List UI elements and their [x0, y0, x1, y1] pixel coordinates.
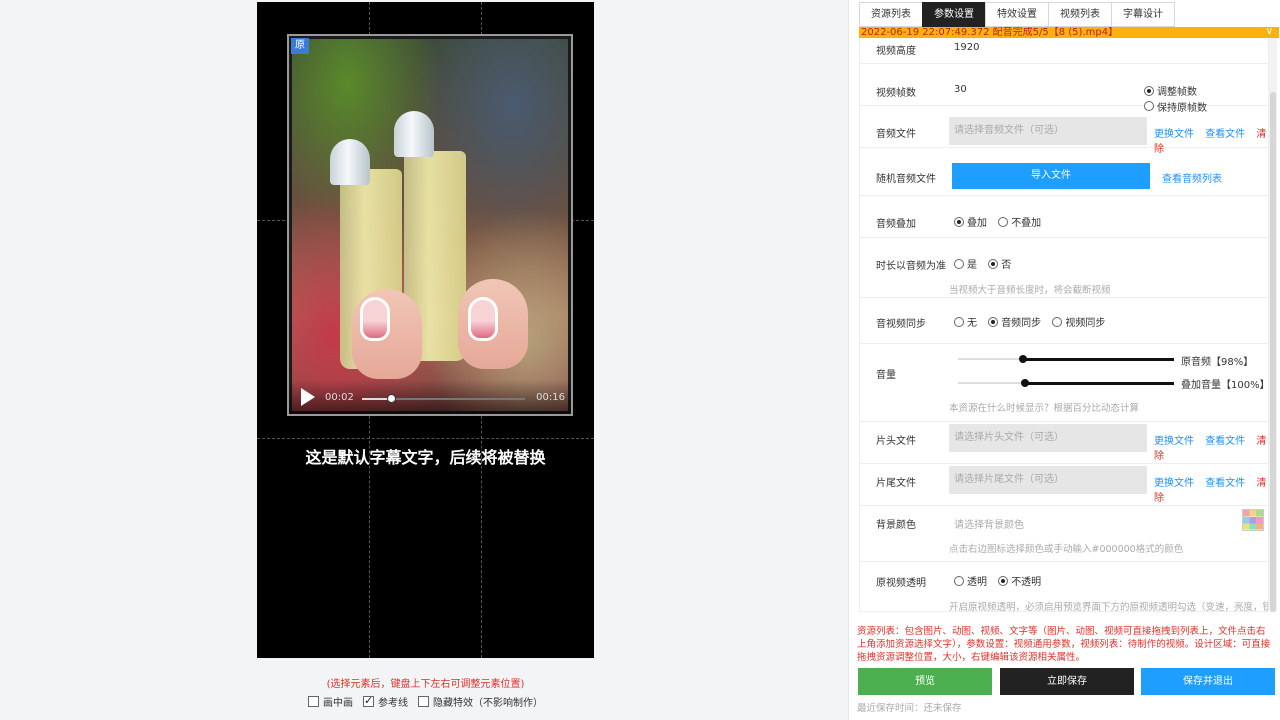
radio-sync-video[interactable]: 视频同步 — [1052, 314, 1105, 329]
bottle-cap-image — [394, 111, 434, 157]
view-intro-link[interactable]: 查看文件 — [1205, 436, 1245, 447]
guide-line-horizontal — [257, 438, 594, 439]
radio-overlay-no[interactable]: 不叠加 — [998, 214, 1041, 229]
radio-opaque[interactable]: 不透明 — [998, 573, 1041, 588]
change-audio-link[interactable]: 更换文件 — [1154, 129, 1194, 140]
seek-bar[interactable] — [362, 394, 525, 403]
row-duration-by-audio: 时长以音频为准 是 否 当视频大于音频长度时，将会截断视频 — [860, 238, 1268, 298]
preview-button[interactable]: 预览 — [858, 668, 992, 695]
overlay-volume-slider[interactable] — [958, 379, 1174, 387]
keyboard-hint: (选择元素后，键盘上下左右可调整元素位置) — [326, 679, 525, 690]
original-volume-label: 原音频【98%】 — [1181, 357, 1254, 368]
video-thumbnail — [292, 39, 568, 411]
row-bg-color: 背景颜色 请选择背景颜色 点击右边图标选择颜色或手动输入#000000格式的颜色 — [860, 506, 1268, 562]
intro-file-input[interactable]: 请选择片头文件（可选） — [949, 424, 1147, 452]
option-hide-effects[interactable]: 隐藏特效（不影响制作） — [418, 694, 543, 709]
row-audio-overlay: 音频叠加 叠加 不叠加 — [860, 196, 1268, 238]
status-text: 2022-06-19 22:07:49.372 配音完成5/5【8 (5).mp… — [861, 27, 1119, 38]
outro-file-input[interactable]: 请选择片尾文件（可选） — [949, 466, 1147, 494]
import-file-button[interactable]: 导入文件 — [952, 163, 1150, 189]
audio-file-input[interactable]: 请选择音频文件（可选） — [949, 117, 1147, 145]
radio-sync-audio[interactable]: 音频同步 — [988, 314, 1041, 329]
option-guides[interactable]: 参考线 — [363, 694, 408, 709]
volume-note: 本资源在什么时候显示？根据百分比动态计算 — [949, 403, 1140, 414]
total-time: 00:16 — [536, 392, 565, 403]
current-time: 00:02 — [325, 392, 354, 403]
preview-panel: 原 00:02 00:16 这是默认字幕文字，后续将被替换 (选择元素后，键盘上… — [0, 0, 848, 720]
save-exit-button[interactable]: 保存并退出 — [1141, 668, 1275, 695]
seek-handle[interactable] — [387, 394, 397, 403]
nail-image — [360, 297, 390, 341]
play-icon[interactable] — [301, 388, 315, 406]
scroll-thumb[interactable] — [1270, 92, 1276, 612]
settings-form: 视频高度 1920 视频帧数 30 调整帧数 保持原帧数 音频文件 请选择音频文… — [859, 38, 1269, 612]
row-random-audio: 随机音频文件 导入文件 查看音频列表 — [860, 148, 1268, 196]
last-saved-text: 最近保存时间：还未保存 — [857, 703, 962, 714]
bottle-cap-image — [330, 139, 370, 185]
view-outro-link[interactable]: 查看文件 — [1205, 478, 1245, 489]
nail-image — [468, 297, 498, 341]
row-video-height: 视频高度 1920 — [860, 38, 1268, 64]
radio-adjust-fps[interactable]: 调整帧数 — [1144, 83, 1197, 98]
original-volume-slider[interactable] — [958, 355, 1174, 363]
duration-note: 当视频大于音频长度时，将会截断视频 — [949, 285, 1111, 296]
preview-options: 画中画 参考线 隐藏特效（不影响制作） — [257, 694, 594, 709]
video-element[interactable]: 原 00:02 00:16 — [287, 34, 573, 416]
radio-transparent[interactable]: 透明 — [954, 573, 987, 588]
help-description: 资源列表：包含图片、动图、视频、文字等（图片、动图、视频可直接拖拽到列表上，文件… — [857, 626, 1271, 663]
row-av-sync: 音视频同步 无 音频同步 视频同步 — [860, 298, 1268, 344]
video-fps-value[interactable]: 30 — [954, 84, 967, 95]
view-audio-link[interactable]: 查看文件 — [1205, 129, 1245, 140]
subtitle-text[interactable]: 这是默认字幕文字，后续将被替换 — [257, 444, 594, 468]
tab-effects[interactable]: 特效设置 — [985, 2, 1048, 27]
transparent-note: 开启原视频透明，必须启用预览界面下方的原视频透明勾选（变速，亮度，锐 — [949, 602, 1269, 612]
tab-subtitle[interactable]: 字幕设计 — [1111, 2, 1175, 27]
bg-color-input[interactable]: 请选择背景颜色 — [954, 516, 1024, 531]
overlay-volume-label: 叠加音量【100%】 — [1181, 380, 1269, 391]
row-volume: 音量 原音频【98%】 叠加音量【100%】 本资源在什么时候显示？根据百分比动… — [860, 344, 1269, 422]
tab-bar: 资源列表 参数设置 特效设置 视频列表 字幕设计 — [859, 2, 1175, 27]
radio-overlay-yes[interactable]: 叠加 — [954, 214, 987, 229]
row-outro-file: 片尾文件 请选择片尾文件（可选） 更换文件 查看文件 清除 — [860, 464, 1268, 506]
checkbox[interactable] — [363, 694, 374, 707]
original-badge: 原 — [291, 38, 309, 54]
slider-handle[interactable] — [1020, 379, 1029, 387]
slider-handle[interactable] — [1018, 355, 1027, 363]
form-scrollbar[interactable] — [1269, 38, 1277, 612]
option-pip[interactable]: 画中画 — [308, 694, 353, 709]
view-audio-list-link[interactable]: 查看音频列表 — [1162, 170, 1222, 185]
tab-resources[interactable]: 资源列表 — [859, 2, 922, 27]
design-canvas[interactable]: 原 00:02 00:16 这是默认字幕文字，后续将被替换 — [257, 2, 594, 658]
change-intro-link[interactable]: 更换文件 — [1154, 436, 1194, 447]
checkbox[interactable] — [308, 696, 319, 707]
radio-sync-none[interactable]: 无 — [954, 314, 977, 329]
row-video-fps: 视频帧数 30 调整帧数 保持原帧数 — [860, 64, 1268, 114]
row-orig-transparent: 原视频透明 透明 不透明 开启原视频透明，必须启用预览界面下方的原视频透明勾选（… — [860, 562, 1269, 612]
row-audio-file: 音频文件 请选择音频文件（可选） 更换文件 查看文件 清除 — [860, 106, 1268, 155]
radio-duration-no[interactable]: 否 — [988, 256, 1011, 271]
status-bar: 2022-06-19 22:07:49.372 配音完成5/5【8 (5).mp… — [859, 27, 1279, 38]
video-height-value[interactable]: 1920 — [954, 42, 979, 53]
bg-color-note: 点击右边图标选择颜色或手动输入#000000格式的颜色 — [949, 544, 1184, 555]
chevron-down-icon[interactable]: ∨ — [1266, 27, 1273, 37]
row-intro-file: 片头文件 请选择片头文件（可选） 更换文件 查看文件 清除 — [860, 422, 1268, 464]
tab-params[interactable]: 参数设置 — [922, 2, 985, 27]
settings-panel: 资源列表 参数设置 特效设置 视频列表 字幕设计 2022-06-19 22:0… — [848, 0, 1280, 720]
change-outro-link[interactable]: 更换文件 — [1154, 478, 1194, 489]
color-picker-icon[interactable] — [1242, 509, 1264, 531]
checkbox[interactable] — [418, 696, 429, 707]
radio-duration-yes[interactable]: 是 — [954, 256, 977, 271]
tab-video-list[interactable]: 视频列表 — [1048, 2, 1111, 27]
save-button[interactable]: 立即保存 — [1000, 668, 1134, 695]
video-controls: 00:02 00:16 — [289, 380, 571, 414]
